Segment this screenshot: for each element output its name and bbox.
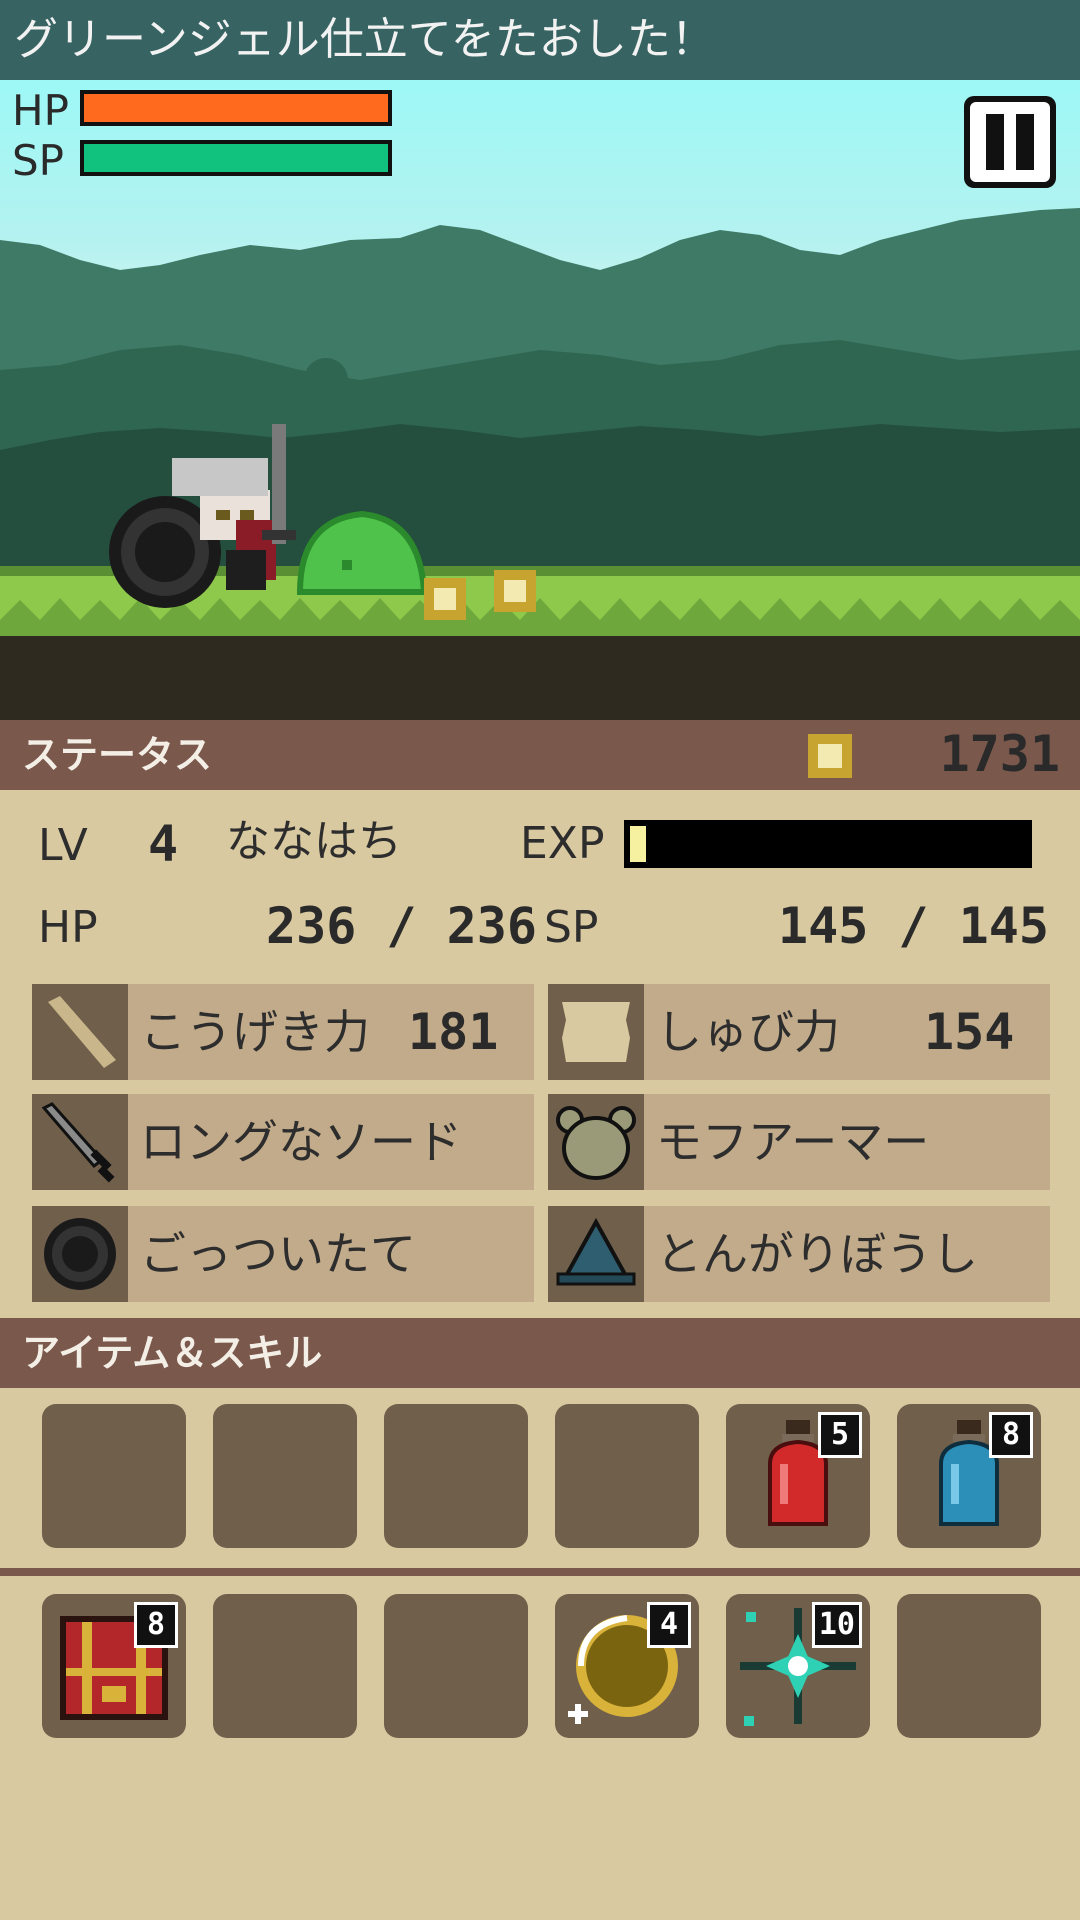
battle-scene: [0, 80, 1080, 720]
divider: [0, 1568, 1080, 1576]
sp-bar-label: SP: [12, 136, 64, 185]
defense-value: 154: [924, 1003, 1015, 1061]
weapon-row[interactable]: ロングなソード: [32, 1094, 534, 1190]
sword-icon: [32, 1094, 128, 1190]
battle-background: [0, 208, 1080, 720]
item-count-badge: 8: [134, 1602, 178, 1648]
attack-row: こうげき力 181: [32, 984, 534, 1080]
armor-icon: [548, 1094, 644, 1190]
item-slot-red-potion[interactable]: 5: [726, 1404, 870, 1548]
message-bar: グリーンジェル仕立てをたおした！: [0, 0, 1080, 80]
item-slot[interactable]: [555, 1404, 699, 1548]
coin-icon: [808, 734, 852, 778]
hp-value: 236 / 236: [266, 897, 537, 955]
shield-name: ごっついたて: [140, 1227, 416, 1281]
item-count-badge: 5: [818, 1412, 862, 1458]
attack-label: こうげき力: [140, 1005, 370, 1059]
item-slot-treasure-chest[interactable]: 8: [42, 1594, 186, 1738]
sp-label: SP: [544, 902, 599, 953]
status-header: ステータス 1731: [0, 720, 1080, 790]
status-title: ステータス: [22, 733, 213, 777]
items-header: アイテム＆スキル: [0, 1318, 1080, 1388]
item-slot[interactable]: [213, 1404, 357, 1548]
sp-bar-fill: [84, 144, 388, 172]
item-slot[interactable]: [42, 1404, 186, 1548]
gold-count: 1731: [939, 725, 1060, 783]
items-title: アイテム＆スキル: [22, 1331, 323, 1375]
item-count-badge: 4: [647, 1602, 691, 1648]
armor-row[interactable]: モフアーマー: [548, 1094, 1050, 1190]
weapon-name: ロングなソード: [140, 1115, 462, 1169]
item-count-badge: 10: [811, 1602, 862, 1648]
armor-name: モフアーマー: [656, 1115, 930, 1169]
player-name: ななはち: [226, 816, 402, 867]
attack-icon: [32, 984, 128, 1080]
item-slot-sparkle[interactable]: 10: [726, 1594, 870, 1738]
exp-bar: [624, 820, 1032, 868]
hp-bar-label: HP: [12, 86, 69, 135]
helmet-name: とんがりぼうし: [656, 1227, 978, 1281]
exp-bar-fill: [630, 826, 646, 862]
item-slot[interactable]: [897, 1594, 1041, 1738]
defense-icon: [548, 984, 644, 1080]
lv-label: LV: [38, 820, 88, 871]
hp-bar-fill: [84, 94, 388, 122]
pause-icon: [970, 102, 1050, 182]
exp-label: EXP: [520, 818, 605, 869]
lv-value: 4: [148, 815, 179, 873]
sp-value: 145 / 145: [778, 897, 1049, 955]
item-slot[interactable]: [384, 1404, 528, 1548]
shield-row[interactable]: ごっついたて: [32, 1206, 534, 1302]
item-slot-blue-potion[interactable]: 8: [897, 1404, 1041, 1548]
item-slot[interactable]: [213, 1594, 357, 1738]
item-slot[interactable]: [384, 1594, 528, 1738]
shield-icon: [32, 1206, 128, 1302]
helmet-row[interactable]: とんがりぼうし: [548, 1206, 1050, 1302]
battle-message: グリーンジェル仕立てをたおした！: [14, 14, 715, 65]
item-slot-gold-coin[interactable]: 4: [555, 1594, 699, 1738]
hat-icon: [548, 1206, 644, 1302]
defense-row: しゅび力 154: [548, 984, 1050, 1080]
pause-button[interactable]: [964, 96, 1056, 188]
hp-label: HP: [38, 902, 98, 953]
defense-label: しゅび力: [656, 1005, 840, 1059]
sp-bar: [80, 140, 392, 176]
attack-value: 181: [408, 1003, 499, 1061]
hp-bar: [80, 90, 392, 126]
item-count-badge: 8: [989, 1412, 1033, 1458]
